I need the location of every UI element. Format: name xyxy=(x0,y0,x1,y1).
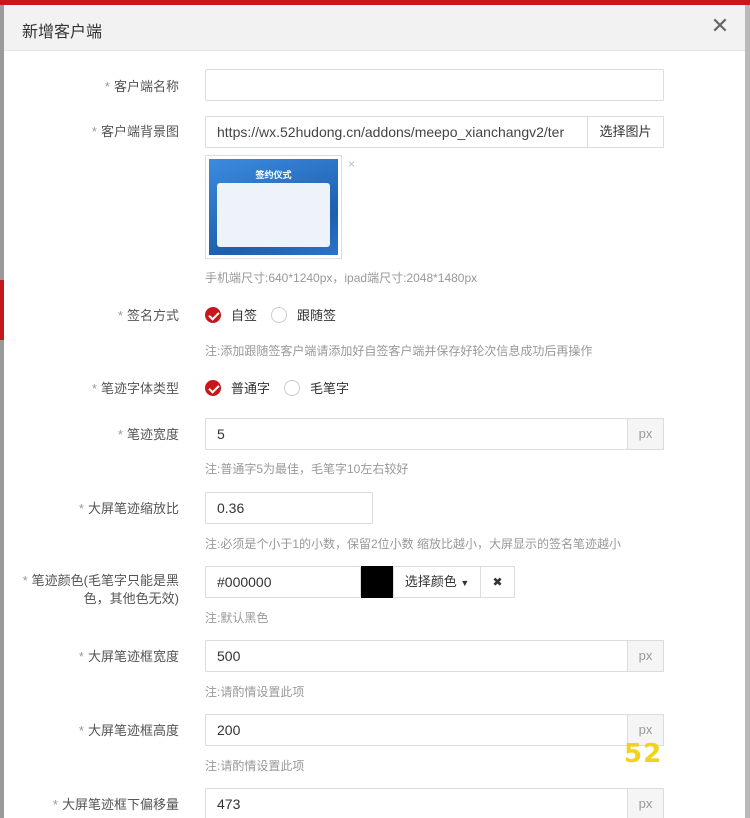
caret-down-icon: ▼ xyxy=(460,578,470,588)
stroke-width-hint: 注:普通字5为最佳，毛笔字10左右较好 xyxy=(205,462,409,476)
box-height-label: * 大屏笔迹框高度 xyxy=(78,723,179,738)
clear-color-icon[interactable]: ✖ xyxy=(480,566,515,598)
font-type-brush-option[interactable]: 毛笔字 xyxy=(284,378,349,397)
screen-scale-hint: 注:必须是个小于1的小数，保留2位小数 缩放比越小，大屏显示的签名笔迹越小 xyxy=(205,537,622,551)
box-width-hint: 注:请酌情设置此项 xyxy=(205,685,305,699)
box-offset-unit: px xyxy=(627,788,664,818)
stroke-width-input[interactable]: 5 xyxy=(205,418,628,450)
stroke-width-label: * 笔迹宽度 xyxy=(117,427,179,442)
sign-mode-follow-option[interactable]: 跟随签 xyxy=(271,305,336,324)
thumbnail-title: 签约仪式 xyxy=(255,170,292,180)
select-image-button[interactable]: 选择图片 xyxy=(587,116,664,148)
stroke-color-label: * 笔迹颜色(毛笔字只能是黑色，其他色无效) xyxy=(22,573,179,606)
background-url-input[interactable]: https://wx.52hudong.cn/addons/meepo_xian… xyxy=(205,116,588,148)
background-thumbnail: 签约仪式 xyxy=(205,155,342,259)
box-width-unit: px xyxy=(627,640,664,672)
add-client-modal: 新增客户端 ✕ * 客户端名称 * 客户端背景图 https://wx.52hudo… xyxy=(4,5,745,818)
sign-mode-follow-label: 跟随签 xyxy=(297,308,337,323)
choose-color-label: 选择颜色 xyxy=(404,574,457,589)
box-width-label: * 大屏笔迹框宽度 xyxy=(78,649,179,664)
background-size-hint: 手机端尺寸:640*1240px，ipad端尺寸:2048*1480px xyxy=(205,271,478,285)
stroke-width-unit: px xyxy=(627,418,664,450)
close-icon[interactable]: ✕ xyxy=(709,15,731,37)
box-width-input[interactable]: 500 xyxy=(205,640,628,672)
modal-header: 新增客户端 ✕ xyxy=(4,5,745,51)
radio-checked-icon xyxy=(205,306,221,323)
remove-image-icon[interactable]: × xyxy=(348,157,355,171)
stroke-color-input[interactable]: #000000 xyxy=(205,566,361,598)
box-offset-input[interactable]: 473 xyxy=(205,788,628,818)
choose-color-button[interactable]: 选择颜色 ▼ xyxy=(393,566,481,598)
font-type-normal-label: 普通字 xyxy=(231,381,271,396)
client-name-input[interactable] xyxy=(205,69,664,101)
sign-mode-self-label: 自签 xyxy=(231,308,258,323)
color-swatch xyxy=(361,566,393,598)
radio-checked-icon xyxy=(205,379,221,396)
modal-title: 新增客户端 xyxy=(22,24,103,41)
sign-mode-self-option[interactable]: 自签 xyxy=(205,305,257,324)
box-height-hint: 注:请酌情设置此项 xyxy=(205,759,305,773)
screen-scale-input[interactable]: 0.36 xyxy=(205,492,373,524)
background-label: * 客户端背景图 xyxy=(91,124,179,139)
radio-unchecked-icon xyxy=(271,306,287,323)
stroke-color-hint: 注:默认黑色 xyxy=(205,611,269,625)
watermark-logo: 52 xyxy=(624,739,663,769)
box-height-input[interactable]: 200 xyxy=(205,714,628,746)
screen-scale-label: * 大屏笔迹缩放比 xyxy=(78,501,179,516)
background-page-edge xyxy=(745,5,750,818)
font-type-normal-option[interactable]: 普通字 xyxy=(205,378,270,397)
sign-mode-label: * 签名方式 xyxy=(117,308,179,323)
client-name-label: * 客户端名称 xyxy=(104,79,179,94)
font-type-label: * 笔迹字体类型 xyxy=(91,381,179,396)
sign-mode-hint: 注:添加跟随签客户端请添加好自签客户端并保存好轮次信息成功后再操作 xyxy=(205,344,593,358)
box-offset-label: * 大屏笔迹框下偏移量 xyxy=(52,797,179,812)
font-type-brush-label: 毛笔字 xyxy=(310,381,350,396)
thumbnail-board xyxy=(217,183,330,247)
radio-unchecked-icon xyxy=(284,379,300,396)
